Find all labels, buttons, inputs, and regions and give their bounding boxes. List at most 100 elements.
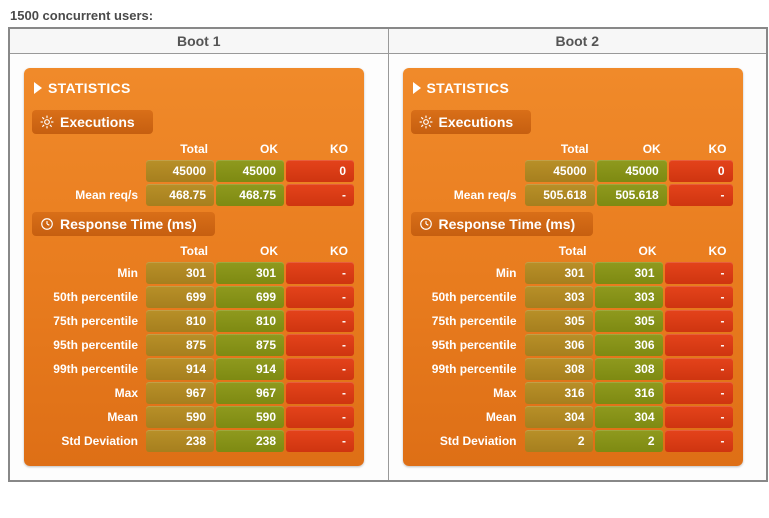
column-header-boot1: Boot 1 bbox=[9, 28, 388, 54]
exec-meanreq-ok: 468.75 bbox=[216, 184, 284, 206]
col-total: Total bbox=[146, 242, 214, 260]
statistics-label: STATISTICS bbox=[427, 80, 510, 96]
statistics-header: STATISTICS bbox=[411, 76, 735, 106]
executions-label: Executions bbox=[60, 114, 135, 130]
exec-counts-ko: 0 bbox=[286, 160, 354, 182]
rt-ko: - bbox=[286, 406, 354, 428]
rt-row-label: Max bbox=[34, 382, 144, 404]
executions-section-bar: Executions bbox=[32, 110, 153, 134]
rt-total: 316 bbox=[525, 382, 593, 404]
exec-row-meanreq: Mean req/s505.618505.618- bbox=[413, 184, 733, 206]
rt-ko: - bbox=[286, 310, 354, 332]
rt-total: 2 bbox=[525, 430, 593, 452]
rt-ko: - bbox=[286, 430, 354, 452]
rt-ok: 304 bbox=[595, 406, 663, 428]
clock-icon bbox=[419, 217, 433, 231]
rt-row: Std Deviation238238- bbox=[34, 430, 354, 452]
clock-icon bbox=[40, 217, 54, 231]
rt-total: 305 bbox=[525, 310, 593, 332]
executions-label: Executions bbox=[439, 114, 514, 130]
col-total: Total bbox=[525, 140, 595, 158]
exec-meanreq-label: Mean req/s bbox=[413, 184, 523, 206]
rt-row: 75th percentile810810- bbox=[34, 310, 354, 332]
col-ko: KO bbox=[665, 242, 733, 260]
rt-row-label: Mean bbox=[413, 406, 523, 428]
rt-ok: 306 bbox=[595, 334, 663, 356]
rt-ok: 238 bbox=[216, 430, 284, 452]
rt-ko: - bbox=[665, 430, 733, 452]
cell-boot1: STATISTICSExecutionsTotalOKKO45000450000… bbox=[9, 54, 388, 482]
rt-row-label: Min bbox=[34, 262, 144, 284]
rt-ko: - bbox=[665, 406, 733, 428]
exec-row-meanreq: Mean req/s468.75468.75- bbox=[34, 184, 354, 206]
rt-row-label: 95th percentile bbox=[413, 334, 523, 356]
rt-row-label: Mean bbox=[34, 406, 144, 428]
rt-ko: - bbox=[286, 262, 354, 284]
exec-meanreq-label: Mean req/s bbox=[34, 184, 144, 206]
responsetime-grid: TotalOKKOMin301301-50th percentile303303… bbox=[411, 240, 735, 454]
rt-ko: - bbox=[286, 286, 354, 308]
rt-ok: 301 bbox=[595, 262, 663, 284]
statistics-header: STATISTICS bbox=[32, 76, 356, 106]
rt-row-label: 99th percentile bbox=[413, 358, 523, 380]
col-ko: KO bbox=[286, 140, 354, 158]
rt-ok: 303 bbox=[595, 286, 663, 308]
rt-row: Mean304304- bbox=[413, 406, 733, 428]
rt-row-label: Min bbox=[413, 262, 523, 284]
rt-row: 99th percentile914914- bbox=[34, 358, 354, 380]
stats-panel-boot1: STATISTICSExecutionsTotalOKKO45000450000… bbox=[24, 68, 364, 466]
rt-row-label: Std Deviation bbox=[34, 430, 144, 452]
rt-ko: - bbox=[665, 262, 733, 284]
rt-ok: 301 bbox=[216, 262, 284, 284]
rt-ok: 2 bbox=[595, 430, 663, 452]
rt-ok: 305 bbox=[595, 310, 663, 332]
exec-counts-ok: 45000 bbox=[216, 160, 284, 182]
col-ok: OK bbox=[595, 242, 663, 260]
rt-row-label: Max bbox=[413, 382, 523, 404]
rt-row: Std Deviation22- bbox=[413, 430, 733, 452]
column-header-boot2: Boot 2 bbox=[388, 28, 767, 54]
rt-row: 50th percentile699699- bbox=[34, 286, 354, 308]
rt-ko: - bbox=[286, 334, 354, 356]
rt-total: 301 bbox=[525, 262, 593, 284]
col-ko: KO bbox=[286, 242, 354, 260]
executions-grid: TotalOKKO45000450000Mean req/s468.75468.… bbox=[32, 138, 356, 208]
rt-row-label: 75th percentile bbox=[413, 310, 523, 332]
rt-row-label: 50th percentile bbox=[34, 286, 144, 308]
executions-grid: TotalOKKO45000450000Mean req/s505.618505… bbox=[411, 138, 735, 208]
executions-section-bar: Executions bbox=[411, 110, 532, 134]
rt-total: 304 bbox=[525, 406, 593, 428]
rt-row: 75th percentile305305- bbox=[413, 310, 733, 332]
col-total: Total bbox=[525, 242, 593, 260]
exec-meanreq-total: 468.75 bbox=[146, 184, 214, 206]
rt-ok: 316 bbox=[595, 382, 663, 404]
triangle-icon bbox=[413, 82, 421, 94]
statistics-label: STATISTICS bbox=[48, 80, 131, 96]
rt-row: 95th percentile306306- bbox=[413, 334, 733, 356]
rt-ko: - bbox=[286, 382, 354, 404]
rt-total: 301 bbox=[146, 262, 214, 284]
rt-total: 914 bbox=[146, 358, 214, 380]
rt-ko: - bbox=[665, 310, 733, 332]
rt-row: Mean590590- bbox=[34, 406, 354, 428]
rt-ok: 914 bbox=[216, 358, 284, 380]
rt-total: 306 bbox=[525, 334, 593, 356]
gear-icon bbox=[419, 115, 433, 129]
col-ok: OK bbox=[216, 242, 284, 260]
rt-ko: - bbox=[665, 334, 733, 356]
rt-total: 967 bbox=[146, 382, 214, 404]
rt-row: Max316316- bbox=[413, 382, 733, 404]
col-ok: OK bbox=[216, 140, 284, 158]
col-ko: KO bbox=[669, 140, 733, 158]
responsetime-grid: TotalOKKOMin301301-50th percentile699699… bbox=[32, 240, 356, 454]
responsetime-section-bar: Response Time (ms) bbox=[411, 212, 594, 236]
page-title: 1500 concurrent users: bbox=[10, 8, 761, 23]
exec-counts-total: 45000 bbox=[525, 160, 595, 182]
col-ok: OK bbox=[597, 140, 667, 158]
exec-meanreq-ko: - bbox=[669, 184, 733, 206]
comparison-table: Boot 1 Boot 2 STATISTICSExecutionsTotalO… bbox=[8, 27, 768, 482]
rt-row: Max967967- bbox=[34, 382, 354, 404]
responsetime-section-bar: Response Time (ms) bbox=[32, 212, 215, 236]
rt-total: 238 bbox=[146, 430, 214, 452]
rt-total: 699 bbox=[146, 286, 214, 308]
